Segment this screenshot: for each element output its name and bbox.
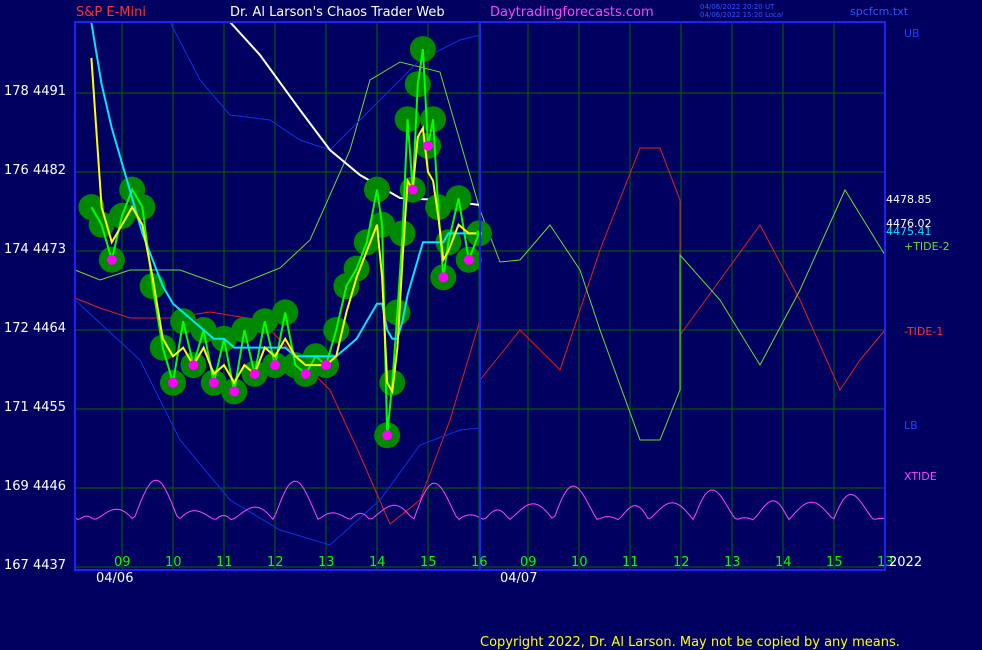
x-tick-label: 13 xyxy=(724,555,741,570)
low-marker xyxy=(208,377,219,388)
author-banner: Dr. Al Larson's Chaos Trader Web xyxy=(230,5,445,20)
low-marker xyxy=(106,254,117,265)
y-tick-label: 167 4437 xyxy=(4,558,67,573)
right-value-cyan: 4475.41 xyxy=(886,225,932,238)
x-tick-label: 10 xyxy=(165,555,182,570)
year-label: 2022 xyxy=(889,555,923,570)
low-marker xyxy=(249,368,260,379)
x-tick-label: 11 xyxy=(216,555,233,570)
low-marker xyxy=(321,360,331,371)
series-label-xtide: XTIDE xyxy=(904,470,937,483)
low-marker xyxy=(382,430,393,441)
low-marker xyxy=(423,140,433,151)
x-tick-label: 15 xyxy=(420,555,437,570)
date-label-day1: 04/06 xyxy=(96,571,134,586)
y-tick-label: 178 4491 xyxy=(4,84,67,99)
x-tick-label: 10 xyxy=(571,555,588,570)
x-tick-label: 14 xyxy=(369,555,386,570)
y-tick-label: 174 4473 xyxy=(4,242,67,257)
date-label-day2: 04/07 xyxy=(500,571,538,586)
data-file-name: spcfcm.txt xyxy=(850,5,909,18)
series-label-lb: LB xyxy=(904,419,918,432)
site-link[interactable]: Daytradingforecasts.com xyxy=(490,6,654,20)
series-label-tide1: -TIDE-1 xyxy=(904,325,944,338)
timestamp-local: 04/06/2022 15:20 Local xyxy=(700,11,784,19)
right-value-white: 4478.85 xyxy=(886,193,932,206)
x-tick-label: 16 xyxy=(471,555,488,570)
x-tick-label: 14 xyxy=(775,555,792,570)
x-tick-label: 09 xyxy=(520,555,537,570)
low-marker xyxy=(300,368,311,379)
series-label-tide2: +TIDE-2 xyxy=(904,240,950,253)
low-marker xyxy=(463,254,474,265)
y-tick-label: 176 4482 xyxy=(4,163,67,178)
x-tick-label: 13 xyxy=(318,555,335,570)
copyright-notice: Copyright 2022, Dr. Al Larson. May not b… xyxy=(480,635,900,650)
y-tick-label: 171 4455 xyxy=(4,400,67,415)
chart-title: S&P E-Mini xyxy=(76,5,146,20)
x-tick-label: 15 xyxy=(826,555,843,570)
timestamp-utc: 04/06/2022 20:20 UT xyxy=(700,3,775,11)
low-marker xyxy=(168,377,178,388)
low-marker xyxy=(438,272,449,283)
low-marker xyxy=(270,360,280,371)
low-marker xyxy=(407,184,418,195)
x-tick-label: 11 xyxy=(622,555,639,570)
x-tick-label: 09 xyxy=(114,555,131,570)
y-tick-label: 172 4464 xyxy=(4,321,67,336)
chart-background xyxy=(0,0,982,650)
x-tick-label: 12 xyxy=(267,555,284,570)
x-tick-label: 12 xyxy=(673,555,690,570)
chart-canvas xyxy=(0,0,982,650)
series-label-ub: UB xyxy=(904,27,920,40)
low-marker xyxy=(229,386,240,397)
low-marker xyxy=(188,360,199,371)
y-tick-label: 169 4446 xyxy=(4,479,67,494)
